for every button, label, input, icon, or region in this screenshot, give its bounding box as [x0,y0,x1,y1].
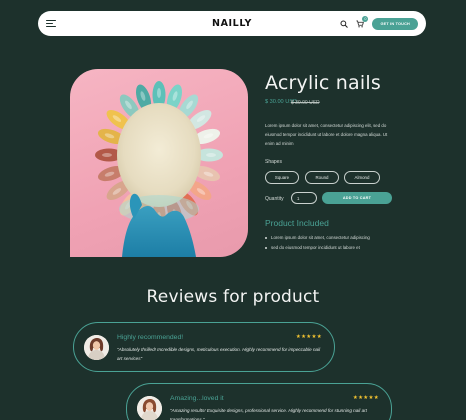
shapes-label: Shapes [265,159,282,165]
product-included-list: Lorem ipsum dolor sit amet, consectetur … [265,233,370,253]
review-card: Amazing...loved it ★★★★★ "Amazing result… [126,383,392,420]
review-card: Highly recommended! ★★★★★ "Absolutely th… [73,322,335,372]
nail-swatch-wheel-illustration [95,81,223,257]
avatar [137,396,162,420]
shape-option-round[interactable]: Round [305,171,339,184]
rating-stars-icon: ★★★★★ [295,334,322,340]
list-item: sed do eiusmod tempor incididunt ut labo… [265,243,370,253]
product-included-heading: Product Included [265,218,329,228]
nail-swatch-highlight [102,153,112,157]
shape-option-almond[interactable]: Almond [344,171,380,184]
logo[interactable]: NAILLY [212,18,252,29]
list-item: Lorem ipsum dolor sit amet, consectetur … [265,233,370,243]
menu-icon[interactable] [46,19,56,28]
quantity-input[interactable]: 1 [291,192,317,204]
product-title: Acrylic nails [265,72,381,94]
review-title: Highly recommended! [117,334,184,341]
reviews-heading: Reviews for product [146,287,320,307]
quantity-label: Quantity [265,196,284,202]
cart-count-badge: 0 [362,15,369,22]
product-description: Lorem ipsum dolor sit amet, consectetur … [265,123,388,146]
review-title: Amazing...loved it [170,395,224,402]
review-text: "Amazing results! Exquisite designs, pro… [170,408,367,420]
site-header: NAILLY 0 GET IN TOUCH [38,11,426,36]
search-icon[interactable] [340,19,349,28]
nail-swatch-highlight [206,153,216,157]
header-actions: 0 GET IN TOUCH [340,15,418,30]
product-old-price: $ 39.00 USD [291,100,320,106]
avatar [84,335,109,360]
rating-stars-icon: ★★★★★ [352,395,379,401]
get-in-touch-button[interactable]: GET IN TOUCH [372,17,418,30]
nail-swatch-highlight [157,88,161,98]
shape-option-square[interactable]: Square [265,171,299,184]
review-text: "Absolutely thrilled! Incredible designs… [117,347,321,361]
cart-button[interactable]: 0 [356,15,369,28]
add-to-cart-button[interactable]: ADD TO CART [322,192,392,204]
product-image [70,69,248,257]
